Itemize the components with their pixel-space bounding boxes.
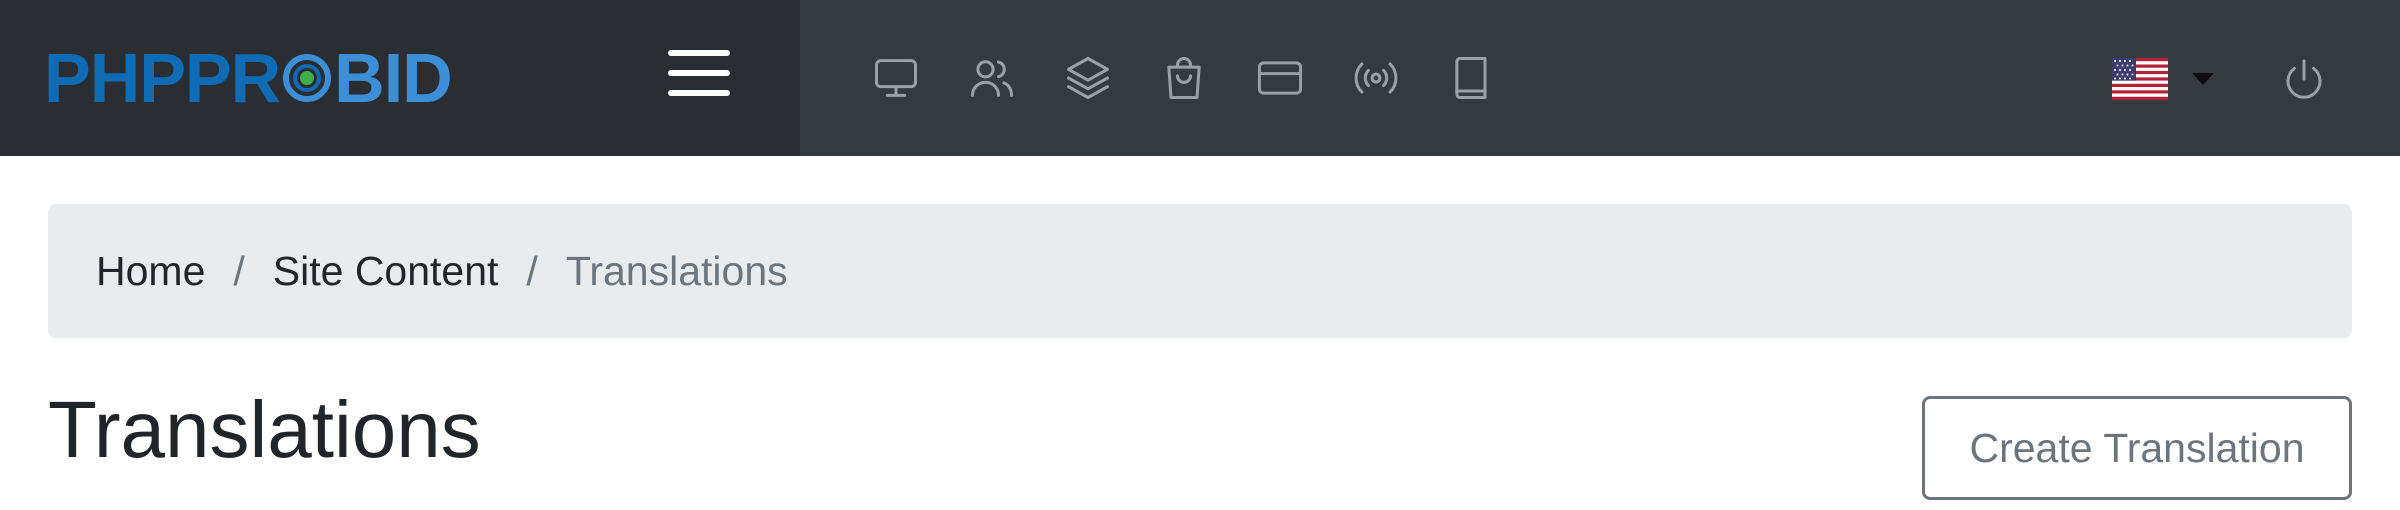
- breadcrumb: Home / Site Content / Translations: [48, 204, 2352, 338]
- brand-area: PHPPR BID: [0, 0, 800, 156]
- hamburger-icon[interactable]: [668, 50, 730, 100]
- broadcast-icon[interactable]: [1350, 52, 1402, 104]
- chevron-down-icon: [2192, 73, 2214, 85]
- breadcrumb-site-content[interactable]: Site Content: [273, 248, 499, 295]
- us-flag-icon: [2112, 58, 2168, 100]
- hamburger-line: [668, 50, 730, 56]
- logo-ring-icon: [283, 54, 332, 102]
- book-icon[interactable]: [1446, 52, 1498, 104]
- page-title: Translations: [48, 385, 481, 474]
- power-icon[interactable]: [2280, 56, 2328, 104]
- shopping-bag-icon[interactable]: [1158, 52, 1210, 104]
- users-icon[interactable]: [966, 52, 1018, 104]
- layers-icon[interactable]: [1062, 52, 1114, 104]
- credit-card-icon[interactable]: [1254, 52, 1306, 104]
- create-translation-button[interactable]: Create Translation: [1922, 396, 2352, 500]
- hamburger-line: [668, 90, 730, 96]
- hamburger-line: [668, 70, 730, 76]
- language-selector[interactable]: [2112, 58, 2214, 100]
- breadcrumb-separator: /: [233, 247, 245, 294]
- top-navbar: PHPPR BID: [0, 0, 2400, 156]
- logo-text-part2: BID: [334, 39, 453, 117]
- monitor-icon[interactable]: [870, 52, 922, 104]
- breadcrumb-home[interactable]: Home: [96, 248, 205, 295]
- breadcrumb-current: Translations: [565, 247, 788, 294]
- logo-text-part1: PHPPR: [44, 39, 281, 117]
- breadcrumb-separator: /: [526, 247, 538, 294]
- logo[interactable]: PHPPR BID: [44, 39, 453, 117]
- nav-icon-bar: [870, 52, 1542, 104]
